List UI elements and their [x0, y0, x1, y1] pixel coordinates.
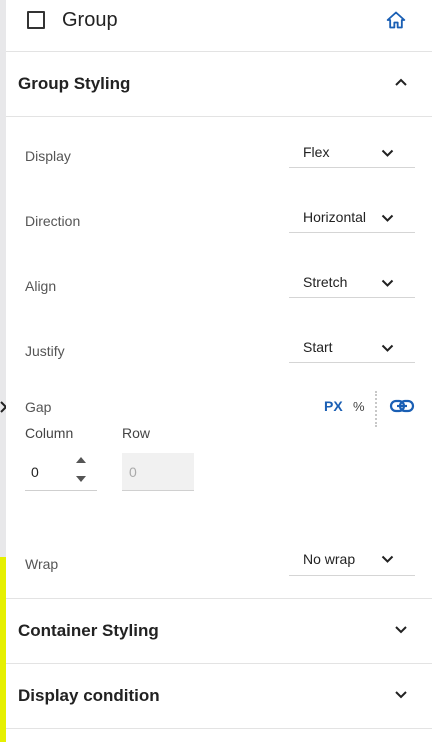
row-gap-value: 0 — [129, 464, 137, 480]
unit-px-toggle[interactable]: PX — [324, 398, 343, 414]
display-label: Display — [25, 148, 71, 164]
section-title: Display condition — [18, 686, 160, 705]
chevron-down-icon — [381, 279, 394, 287]
direction-value: Horizontal — [303, 209, 367, 225]
column-gap-input[interactable]: 0 — [25, 453, 97, 491]
chevron-down-icon — [381, 344, 394, 352]
chevron-down-icon — [381, 214, 394, 222]
wrap-label: Wrap — [25, 556, 59, 572]
row-gap-input: 0 — [122, 453, 194, 491]
section-display-condition[interactable]: Display condition — [6, 664, 432, 729]
justify-label: Justify — [25, 343, 65, 359]
section-title: Container Styling — [18, 621, 159, 640]
chevron-down-icon[interactable] — [394, 624, 408, 634]
gap-label: Gap — [25, 399, 52, 415]
align-label: Align — [25, 278, 57, 294]
wrap-select[interactable]: No wrap — [289, 539, 415, 576]
direction-row: Direction Horizontal — [6, 182, 432, 247]
display-value: Flex — [303, 144, 330, 160]
wrap-value: No wrap — [303, 551, 356, 567]
properties-panel: Group Group Styling Display Flex Directi… — [6, 0, 432, 742]
decrement-icon[interactable] — [74, 474, 88, 484]
justify-value: Start — [303, 339, 333, 355]
align-select[interactable]: Stretch — [289, 261, 415, 298]
row-label: Row — [122, 425, 151, 441]
wrap-row: Wrap No wrap — [6, 536, 432, 599]
chevron-down-icon — [381, 555, 394, 563]
home-icon[interactable] — [386, 10, 406, 30]
link-icon[interactable] — [389, 398, 415, 414]
group-checkbox[interactable] — [27, 11, 45, 29]
direction-select[interactable]: Horizontal — [289, 196, 415, 233]
column-label: Column — [25, 425, 74, 441]
increment-icon[interactable] — [74, 455, 88, 465]
align-value: Stretch — [303, 274, 348, 290]
display-select[interactable]: Flex — [289, 131, 415, 168]
chevron-up-icon[interactable] — [394, 77, 408, 87]
justify-row: Justify Start — [6, 312, 432, 377]
gap-fields: Column Row 0 0 — [6, 416, 432, 536]
chevron-down-icon[interactable] — [394, 689, 408, 699]
section-group-styling[interactable]: Group Styling — [6, 52, 432, 117]
section-container-styling[interactable]: Container Styling — [6, 599, 432, 664]
chevron-down-icon — [381, 149, 394, 157]
gap-row: Gap PX % — [6, 377, 432, 427]
display-row: Display Flex — [6, 117, 432, 182]
justify-select[interactable]: Start — [289, 326, 415, 363]
panel-header: Group — [6, 0, 432, 52]
column-gap-value: 0 — [31, 464, 39, 480]
panel-title: Group — [62, 9, 118, 31]
align-row: Align Stretch — [6, 247, 432, 312]
direction-label: Direction — [25, 213, 81, 229]
unit-percent-toggle[interactable]: % — [353, 399, 365, 414]
section-title: Group Styling — [18, 74, 131, 93]
